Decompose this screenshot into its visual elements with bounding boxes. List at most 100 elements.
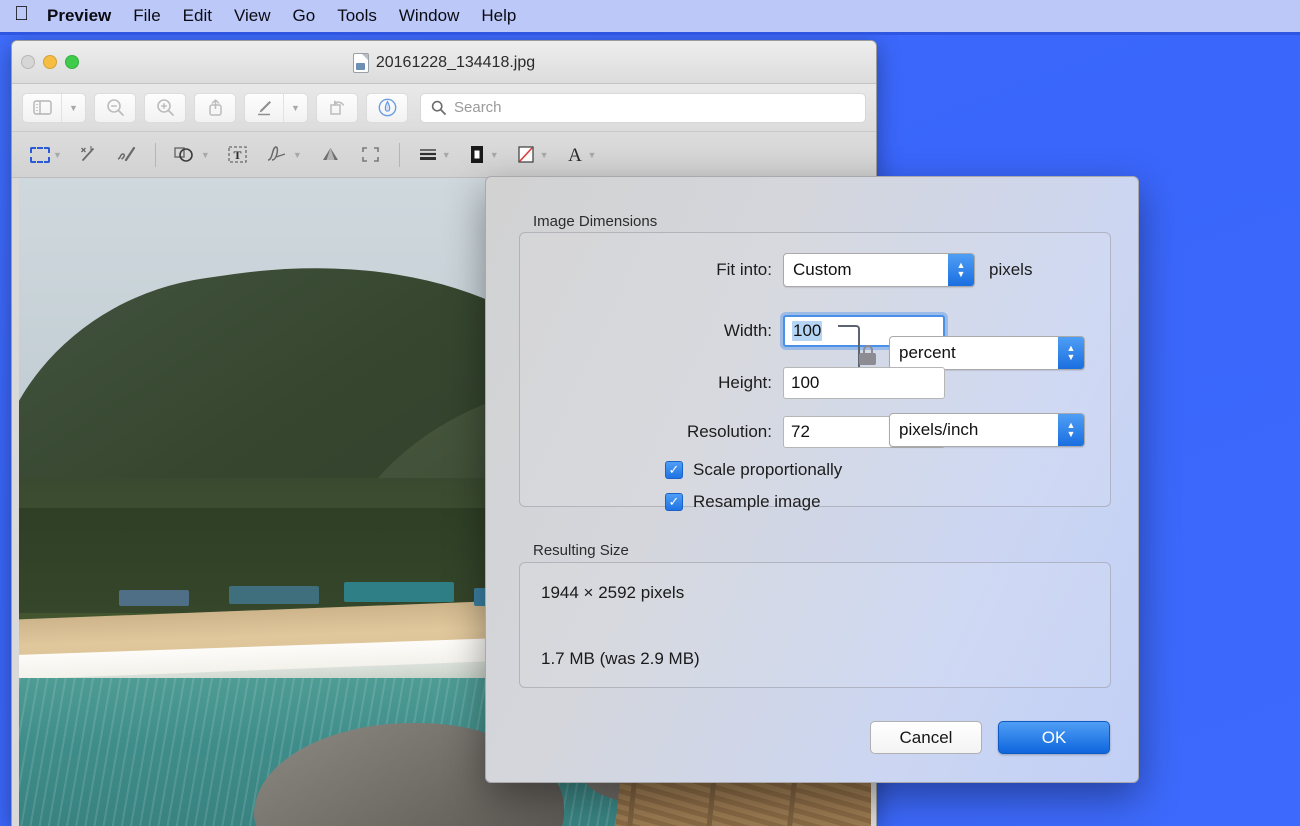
window-title: 20161228_134418.jpg	[375, 53, 536, 71]
search-icon	[431, 100, 446, 115]
sign-chevron-down-icon[interactable]: ▼	[293, 150, 302, 160]
image-dimensions-group-label-wrap: Image Dimensions	[533, 213, 657, 231]
menu-bar:  Preview File Edit View Go Tools Window…	[0, 0, 1300, 35]
window-title-group: 20161228_134418.jpg	[12, 41, 876, 84]
border-color-button[interactable]: ▼	[461, 140, 505, 170]
fit-into-dropdown[interactable]: Custom ▲ ▼	[783, 253, 975, 287]
text-style-button[interactable]: A ▼	[559, 140, 603, 170]
fit-into-label: Fit into:	[716, 260, 772, 279]
zoom-button[interactable]	[65, 55, 79, 69]
resolution-unit-stepper-icon[interactable]: ▲ ▼	[1058, 414, 1084, 446]
selection-tool-button[interactable]: ▼	[24, 140, 68, 170]
zoom-in-button[interactable]	[144, 92, 186, 123]
shape-style-chevron-down-icon[interactable]: ▼	[442, 150, 451, 160]
minimize-button[interactable]	[43, 55, 57, 69]
sidebar-glyph	[32, 100, 52, 115]
resulting-pixels-text: 1944 × 2592 pixels	[541, 583, 685, 602]
menu-item-preview[interactable]: Preview	[47, 6, 111, 26]
close-button[interactable]	[21, 55, 35, 69]
traffic-lights	[12, 55, 79, 69]
window-title-bar[interactable]: 20161228_134418.jpg	[12, 41, 876, 84]
magic-wand-icon	[80, 146, 94, 161]
selection-chevron-down-icon[interactable]: ▼	[53, 150, 62, 160]
rotate-button[interactable]	[316, 92, 358, 123]
sign-tool-button[interactable]: ▼	[259, 140, 308, 170]
shapes-icon	[174, 147, 193, 162]
sidebar-toggle-button[interactable]: ▼	[22, 92, 86, 123]
svg-text:T: T	[233, 148, 241, 162]
share-button[interactable]	[194, 92, 236, 123]
sidebar-chevron-down-icon[interactable]: ▼	[61, 93, 85, 122]
scale-proportionally-checkbox[interactable]: ✓	[665, 461, 683, 479]
search-field[interactable]: Search	[420, 92, 866, 123]
fit-into-stepper-icon[interactable]: ▲ ▼	[948, 254, 974, 286]
fit-into-unit-label: pixels	[989, 260, 1033, 279]
sidebar-icon[interactable]	[23, 94, 61, 122]
scale-proportionally-label: Scale proportionally	[693, 460, 843, 479]
shape-style-button[interactable]: ▼	[411, 140, 457, 170]
image-dimensions-dialog: Image Dimensions Fit into: Custom ▲ ▼ pix…	[485, 176, 1139, 783]
resample-image-checkbox[interactable]: ✓	[665, 493, 683, 511]
markup-toolbar-toggle-button[interactable]: ▼	[244, 92, 308, 123]
main-toolbar: ▼ ▼ Search	[12, 84, 876, 132]
width-label: Width:	[723, 321, 772, 340]
adjust-color-button[interactable]	[312, 140, 349, 170]
search-input[interactable]: Search	[454, 99, 502, 116]
resulting-size-group-label-wrap: Resulting Size	[533, 542, 629, 560]
text-box-icon: T	[228, 146, 247, 163]
shapes-chevron-down-icon[interactable]: ▼	[201, 150, 210, 160]
menu-item-edit[interactable]: Edit	[183, 6, 212, 26]
menu-item-go[interactable]: Go	[293, 6, 316, 26]
menu-item-help[interactable]: Help	[481, 6, 516, 26]
markup-toolbar: ▼ ▼ T ▼ ▼ ▼ ▼ A ▼	[12, 132, 876, 178]
fill-color-chevron-down-icon[interactable]: ▼	[540, 150, 549, 160]
size-unit-value: percent	[899, 343, 956, 362]
resolution-unit-dropdown[interactable]: pixels/inch ▲ ▼	[889, 413, 1085, 447]
fill-color-icon	[518, 146, 534, 163]
image-dimensions-group-label: Image Dimensions	[533, 213, 658, 230]
svg-text:A: A	[568, 145, 582, 165]
share-icon	[208, 99, 222, 116]
crop-tool-button[interactable]	[353, 140, 388, 170]
cancel-button[interactable]: Cancel	[870, 721, 982, 754]
annotate-button[interactable]	[366, 92, 408, 123]
zoom-out-button[interactable]	[94, 92, 136, 123]
resample-image-row[interactable]: ✓ Resample image	[665, 492, 821, 512]
sketch-tool-button[interactable]	[109, 140, 144, 170]
markup-chevron-down-icon[interactable]: ▼	[283, 93, 307, 122]
markup-pen-icon[interactable]	[245, 94, 283, 122]
toolbar-divider	[154, 142, 156, 167]
zoom-in-icon	[156, 99, 174, 116]
resulting-size-group-label: Resulting Size	[533, 542, 629, 559]
rotate-icon	[329, 100, 344, 115]
annotate-icon	[378, 98, 396, 117]
zoom-out-icon	[106, 99, 124, 116]
resulting-filesize-wrap: 1.7 MB (was 2.9 MB)	[541, 649, 700, 669]
menu-item-file[interactable]: File	[133, 6, 160, 26]
resulting-size-group-box	[519, 562, 1111, 688]
ok-button[interactable]: OK	[998, 721, 1110, 754]
resolution-unit-value: pixels/inch	[899, 420, 979, 439]
lock-body	[859, 353, 876, 365]
fit-into-row: Fit into: Custom ▲ ▼ pixels	[519, 252, 1111, 288]
text-style-chevron-down-icon[interactable]: ▼	[588, 150, 597, 160]
scale-proportionally-row[interactable]: ✓ Scale proportionally	[665, 460, 842, 480]
pen-glyph	[257, 101, 271, 116]
menu-item-view[interactable]: View	[234, 6, 271, 26]
signature-icon	[267, 146, 286, 161]
instant-alpha-button[interactable]	[72, 140, 105, 170]
toolbar-divider-2	[398, 142, 400, 167]
text-tool-button[interactable]: T	[220, 140, 255, 170]
apple-logo-icon[interactable]: 	[14, 4, 29, 24]
menu-item-window[interactable]: Window	[399, 6, 459, 26]
height-value: 100	[791, 373, 820, 392]
menu-item-tools[interactable]: Tools	[337, 6, 377, 26]
lock-icon	[859, 345, 876, 365]
shapes-tool-button[interactable]: ▼	[167, 140, 216, 170]
rectangular-selection-icon	[30, 146, 50, 163]
border-color-chevron-down-icon[interactable]: ▼	[490, 150, 499, 160]
fill-color-button[interactable]: ▼	[509, 140, 555, 170]
resolution-label: Resolution:	[686, 422, 772, 441]
height-input[interactable]: 100	[783, 367, 945, 399]
height-row: Height: 100	[519, 365, 1111, 401]
